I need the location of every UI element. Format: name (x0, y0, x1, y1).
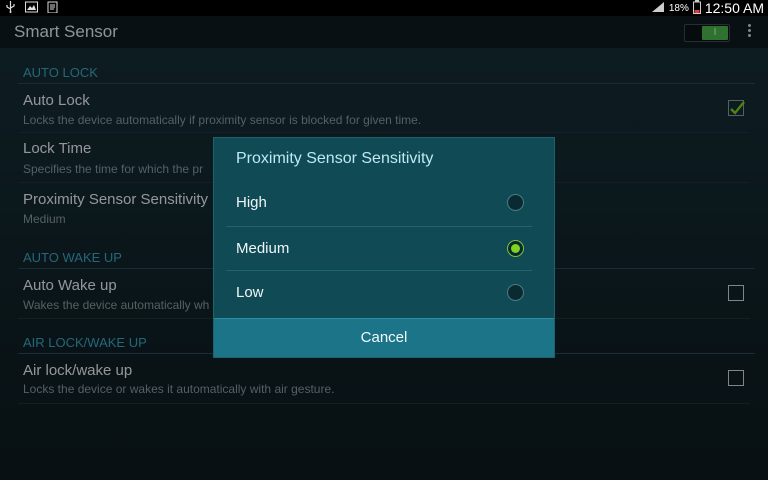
signal-icon (651, 1, 665, 16)
status-left-icons (4, 1, 59, 14)
sensitivity-dialog: Proximity Sensor Sensitivity High Medium… (213, 137, 555, 358)
option-label: Medium (236, 240, 290, 257)
radio-low[interactable] (507, 284, 524, 301)
option-low[interactable]: Low (226, 270, 532, 315)
image-icon (25, 1, 38, 13)
dialog-title: Proximity Sensor Sensitivity (236, 150, 434, 167)
status-bar: 18% 12:50 AM (0, 0, 768, 16)
status-right: 18% 12:50 AM (651, 0, 764, 16)
option-label: Low (236, 284, 264, 301)
cancel-button[interactable]: Cancel (214, 318, 554, 357)
option-medium[interactable]: Medium (226, 226, 532, 271)
usb-icon (4, 1, 17, 13)
status-time: 12:50 AM (704, 0, 764, 16)
radio-high[interactable] (507, 194, 524, 211)
radio-medium[interactable] (507, 240, 524, 257)
option-label: High (236, 194, 267, 211)
radio-dot (511, 244, 520, 253)
battery-percent: 18% (668, 2, 689, 14)
option-high[interactable]: High (226, 181, 532, 225)
battery-icon (692, 0, 701, 17)
clipboard-icon (46, 1, 59, 14)
